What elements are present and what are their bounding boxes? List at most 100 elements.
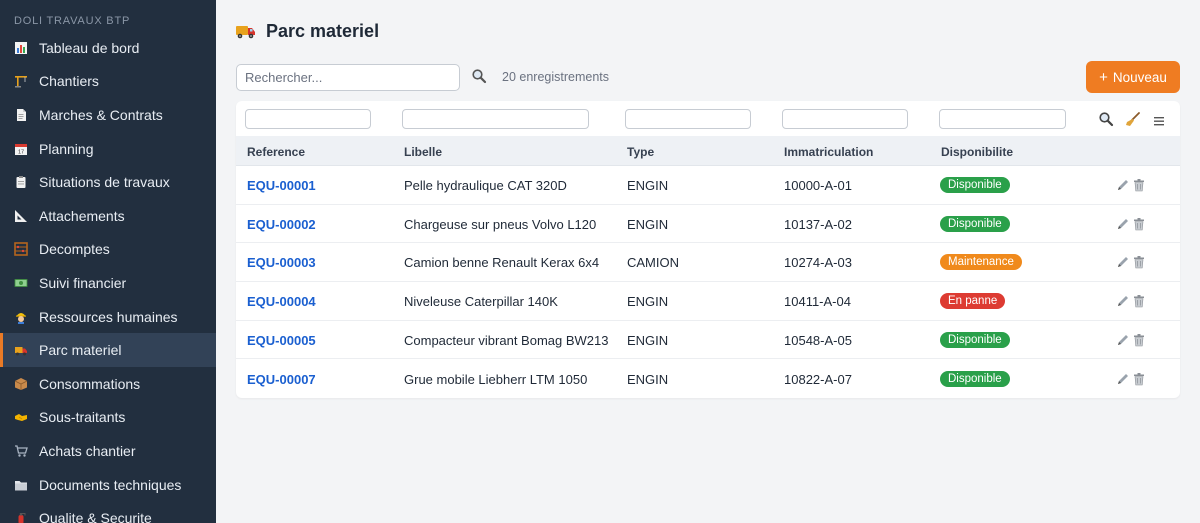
columns-menu-icon[interactable] (1151, 113, 1167, 129)
sidebar-item-sous-traitants[interactable]: Sous-traitants (0, 401, 216, 435)
sidebar-item-label: Tableau de bord (39, 39, 140, 56)
sidebar-item-label: Qualite & Securite (39, 510, 152, 523)
type-cell: ENGIN (627, 332, 669, 348)
edit-pencil-icon[interactable] (1116, 255, 1130, 269)
type-cell: ENGIN (627, 216, 669, 232)
sidebar-item-label: Marches & Contrats (39, 106, 163, 123)
sidebar-item-label: Consommations (39, 375, 141, 392)
sidebar-item-planning[interactable]: 17 Planning (0, 132, 216, 166)
sidebar-item-label: Decomptes (39, 241, 110, 258)
filter-type[interactable] (625, 109, 751, 129)
sidebar-item-tableau-de-bord[interactable]: Tableau de bord (0, 31, 216, 65)
trash-icon[interactable] (1132, 294, 1146, 308)
sidebar-item-achats-chantier[interactable]: Achats chantier (0, 434, 216, 468)
reference-link[interactable]: EQU-00004 (247, 294, 316, 309)
filter-row (236, 101, 1180, 136)
libelle-cell: Chargeuse sur pneus Volvo L120 (404, 216, 597, 232)
sidebar-item-label: Attachements (39, 207, 125, 224)
status-badge: Disponible (940, 370, 1010, 387)
reference-link[interactable]: EQU-00002 (247, 217, 316, 232)
column-header-libelle[interactable]: Libelle (404, 145, 442, 159)
edit-pencil-icon[interactable] (1116, 333, 1130, 347)
filter-disponibilite[interactable] (939, 109, 1066, 129)
status-badge: Disponible (940, 177, 1010, 193)
reference-link[interactable]: EQU-00005 (247, 333, 316, 348)
sidebar-item-label: Chantiers (39, 73, 99, 90)
type-cell: ENGIN (627, 294, 669, 310)
filter-search-icon[interactable] (1098, 111, 1114, 127)
status-badge: Disponible (940, 215, 1010, 232)
sidebar-item-situations-de-travaux[interactable]: Situations de travaux (0, 165, 216, 199)
sidebar-item-marches-contrats[interactable]: Marches & Contrats (0, 98, 216, 132)
column-header-disponibilite[interactable]: Disponibilite (941, 145, 1013, 159)
sidebar-item-decomptes[interactable]: Decomptes (0, 233, 216, 267)
edit-pencil-icon[interactable] (1116, 294, 1130, 308)
search-icon[interactable] (471, 68, 487, 84)
sidebar-item-chantiers[interactable]: Chantiers (0, 65, 216, 99)
reference-link[interactable]: EQU-00007 (247, 372, 316, 387)
clipboard-icon (14, 175, 28, 189)
crane-icon (14, 74, 28, 88)
sidebar-item-suivi-financier[interactable]: Suivi financier (0, 266, 216, 300)
chart-icon (14, 41, 28, 55)
edit-pencil-icon[interactable] (1116, 372, 1130, 386)
reference-link[interactable]: EQU-00001 (247, 178, 316, 193)
filter-libelle[interactable] (402, 109, 589, 129)
table-row: EQU-00002 Chargeuse sur pneus Volvo L120 E… (236, 205, 1180, 244)
immatriculation-cell: 10822-A-07 (784, 371, 852, 387)
table-row: EQU-00007 Grue mobile Liebherr LTM 1050 EN… (236, 360, 1180, 399)
sidebar: DOLI TRAVAUX BTP Tableau de bord Chantier… (0, 0, 216, 523)
table-row: EQU-00005 Compacteur vibrant Bomag BW213 E… (236, 321, 1180, 360)
status-badge: Maintenance (940, 254, 1022, 271)
money-icon (14, 276, 28, 290)
trash-icon[interactable] (1132, 372, 1146, 386)
sidebar-item-documents-techniques[interactable]: Documents techniques (0, 468, 216, 502)
libelle-cell: Pelle hydraulique CAT 320D (404, 178, 567, 193)
column-header-immatriculation[interactable]: Immatriculation (784, 145, 873, 159)
page-title: Parc materiel (266, 20, 380, 41)
search-input[interactable] (236, 64, 460, 91)
new-button[interactable]: + Nouveau (1086, 61, 1180, 93)
plus-icon: + (1099, 68, 1108, 86)
filter-immatriculation[interactable] (782, 109, 908, 129)
abacus-icon (14, 242, 28, 257)
extinguisher-icon (14, 511, 28, 523)
document-icon (14, 108, 28, 122)
immatriculation-cell: 10137-A-02 (784, 216, 852, 232)
column-header-type[interactable]: Type (627, 145, 654, 159)
page-header: Parc materiel (235, 20, 379, 42)
new-button-label: Nouveau (1112, 69, 1167, 85)
trash-icon[interactable] (1132, 255, 1146, 269)
libelle-cell: Camion benne Renault Kerax 6x4 (404, 255, 600, 271)
sidebar-item-attachements[interactable]: Attachements (0, 199, 216, 233)
trash-icon[interactable] (1132, 178, 1146, 192)
sidebar-item-consommations[interactable]: Consommations (0, 367, 216, 401)
trash-icon[interactable] (1132, 333, 1146, 347)
table-row: EQU-00004 Niveleuse Caterpillar 140K ENGIN… (236, 282, 1180, 321)
trash-icon[interactable] (1132, 217, 1146, 231)
libelle-cell: Grue mobile Liebherr LTM 1050 (404, 371, 588, 387)
status-badge: En panne (940, 293, 1006, 310)
sidebar-item-label: Suivi financier (39, 274, 127, 291)
truck-icon (235, 20, 257, 42)
sidebar-item-parc-materiel[interactable]: Parc materiel (0, 333, 216, 367)
table-row: EQU-00001 Pelle hydraulique CAT 320D ENGIN… (236, 166, 1180, 205)
column-header-reference[interactable]: Reference (247, 145, 305, 159)
edit-pencil-icon[interactable] (1116, 217, 1130, 231)
sidebar-item-ressources-humaines[interactable]: Ressources humaines (0, 300, 216, 334)
calendar-icon: 17 (14, 142, 28, 156)
sidebar-item-label: Ressources humaines (39, 308, 178, 325)
reference-link[interactable]: EQU-00003 (247, 255, 316, 270)
truck-icon (14, 343, 28, 357)
sidebar-item-label: Sous-traitants (39, 409, 126, 426)
type-cell: ENGIN (627, 371, 669, 387)
edit-pencil-icon[interactable] (1116, 178, 1130, 192)
sidebar-item-label: Planning (39, 140, 94, 157)
sidebar-item-qualite-securite[interactable]: Qualite & Securite (0, 501, 216, 523)
filter-reference[interactable] (245, 109, 371, 129)
record-count: 20 enregistrements (502, 70, 610, 84)
broom-icon[interactable] (1125, 111, 1141, 127)
ruler-icon (14, 209, 28, 223)
immatriculation-cell: 10000-A-01 (784, 178, 852, 193)
handshake-icon (14, 410, 28, 424)
